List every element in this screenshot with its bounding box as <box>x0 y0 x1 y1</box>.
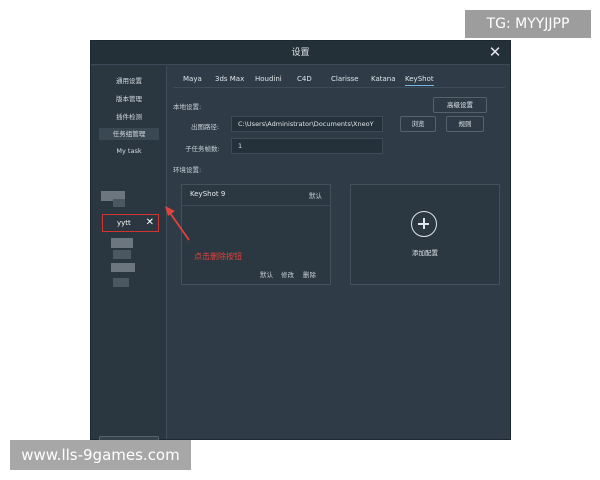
blurred-group-entry <box>111 238 133 248</box>
close-icon[interactable]: ✕ <box>486 43 504 61</box>
annotation-text: 点击删除按钮 <box>194 252 242 261</box>
sidebar-item-task-groups[interactable]: 任务组管理 <box>99 128 159 140</box>
sidebar-item-versions[interactable]: 版本管理 <box>99 93 159 105</box>
set-default-button[interactable]: 默认 <box>260 269 273 279</box>
tab-clarisse[interactable]: Clarisse <box>331 72 359 86</box>
environment-settings-label: 环境设置: <box>173 166 202 174</box>
output-path-label: 出图路径: <box>191 123 220 131</box>
output-path-input[interactable]: C:\Users\Administrator\Documents\XneoY <box>231 116 383 132</box>
edit-button[interactable]: 修改 <box>281 269 294 279</box>
watermark-site: www.lls-9games.com <box>10 440 191 470</box>
tab-c4d[interactable]: C4D <box>297 72 312 86</box>
advanced-settings-button[interactable]: 高级设置 <box>433 97 487 113</box>
software-tabs: Maya 3ds Max Houdini C4D Clarisse Katana… <box>173 70 505 88</box>
rules-button[interactable]: 规则 <box>446 116 484 132</box>
blurred-group-entry <box>113 278 129 287</box>
delete-icon[interactable]: ✕ <box>146 216 154 230</box>
default-badge: 默认 <box>309 192 322 200</box>
subtask-frames-label: 子任务帧数: <box>185 145 220 153</box>
settings-window: 设置 ✕ 通用设置 版本管理 插件检测 任务组管理 My task yytt ✕… <box>90 40 511 453</box>
task-group-item[interactable]: yytt ✕ <box>102 214 159 232</box>
add-config-card[interactable]: 添加配置 <box>350 184 500 285</box>
window-title: 设置 <box>291 48 310 58</box>
plus-icon <box>411 211 437 237</box>
annotation-arrow-icon <box>165 206 190 241</box>
add-config-label: 添加配置 <box>412 249 438 257</box>
sidebar-item-my-task[interactable]: My task <box>99 145 159 157</box>
tab-3ds-max[interactable]: 3ds Max <box>215 72 244 86</box>
watermark-tg: TG: MYYJJPP <box>465 10 591 38</box>
sidebar: 通用设置 版本管理 插件检测 任务组管理 My task yytt ✕ 新增任务… <box>91 66 167 453</box>
environment-config-card: KeyShot 9 默认 默认 修改 删除 <box>181 184 331 285</box>
local-settings-label: 本地设置: <box>173 103 202 111</box>
config-name: KeyShot 9 <box>190 190 226 198</box>
tab-keyshot[interactable]: KeyShot <box>405 72 434 86</box>
tab-maya[interactable]: Maya <box>183 72 202 86</box>
sidebar-item-plugins[interactable]: 插件检测 <box>99 111 159 123</box>
sidebar-item-general[interactable]: 通用设置 <box>99 75 159 87</box>
tab-houdini[interactable]: Houdini <box>255 72 282 86</box>
subtask-frames-input[interactable]: 1 <box>231 138 383 154</box>
divider <box>182 205 330 206</box>
blurred-group-entry <box>111 263 135 272</box>
tab-katana[interactable]: Katana <box>371 72 396 86</box>
browse-button[interactable]: 浏览 <box>400 116 436 132</box>
blurred-group-entry <box>113 199 125 207</box>
delete-config-button[interactable]: 删除 <box>303 269 316 279</box>
task-group-name: yytt <box>117 219 131 227</box>
title-bar: 设置 ✕ <box>91 41 510 65</box>
blurred-group-entry <box>113 250 131 259</box>
